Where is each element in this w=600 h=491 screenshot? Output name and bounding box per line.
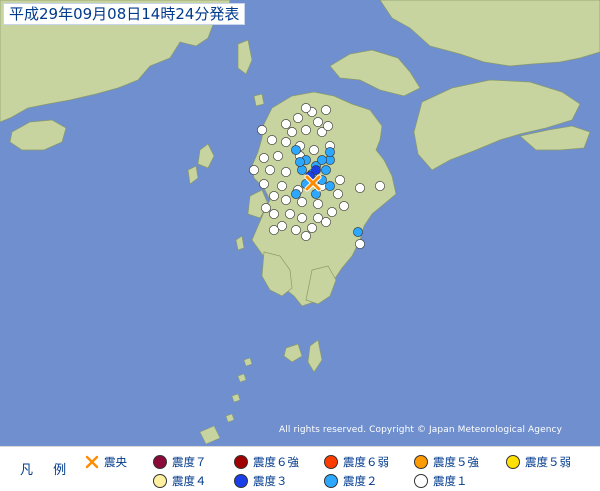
station-dot-intensity-1 <box>267 135 277 145</box>
station-dot-intensity-1 <box>327 207 337 217</box>
station-dot-intensity-1 <box>281 195 291 205</box>
station-dot-intensity-1 <box>281 119 291 129</box>
legend-item-int7: 震度７ <box>153 454 207 470</box>
station-dot-intensity-2 <box>325 181 335 191</box>
legend-item-int2: 震度２ <box>324 473 378 489</box>
station-dot-intensity-1 <box>269 225 279 235</box>
station-dot-intensity-1 <box>321 105 331 115</box>
station-dot-intensity-1 <box>375 181 385 191</box>
station-dot-intensity-2 <box>353 227 363 237</box>
station-dot-intensity-1 <box>291 225 301 235</box>
station-dot-intensity-1 <box>249 165 259 175</box>
intensity-3-dot <box>234 474 248 488</box>
station-dot-intensity-1 <box>269 209 279 219</box>
station-dot-intensity-1 <box>257 125 267 135</box>
station-dot-intensity-1 <box>259 153 269 163</box>
station-dot-intensity-1 <box>323 121 333 131</box>
station-dot-intensity-1 <box>277 181 287 191</box>
legend: 凡 例 震央 震度７ 震度６強 震度６弱 震度５強 震度５弱 震度４ 震度３ 震… <box>0 446 600 491</box>
station-dot-intensity-1 <box>301 231 311 241</box>
legend-item-int5s: 震度５強 <box>414 454 479 470</box>
station-dot-intensity-2 <box>321 165 331 175</box>
station-dot-intensity-1 <box>355 183 365 193</box>
legend-label-int6s: 震度６強 <box>253 455 299 469</box>
station-dot-intensity-1 <box>339 201 349 211</box>
station-dot-intensity-1 <box>355 239 365 249</box>
station-dot-intensity-1 <box>335 175 345 185</box>
station-dot-intensity-1 <box>259 179 269 189</box>
copyright-notice: All rights reserved. Copyright © Japan M… <box>279 425 562 435</box>
map-container: 平成29年09月08日14時24分発表 All rights reserved.… <box>0 0 600 491</box>
legend-label-int7: 震度７ <box>172 455 207 469</box>
station-dot-intensity-1 <box>313 199 323 209</box>
intensity-5minus-dot <box>506 455 520 469</box>
station-dot-intensity-2 <box>325 147 335 157</box>
legend-label-int2: 震度２ <box>343 474 378 488</box>
legend-item-int3: 震度３ <box>234 473 288 489</box>
legend-label-epicenter: 震央 <box>104 455 127 469</box>
landmass-iki <box>253 93 265 107</box>
station-dot-intensity-1 <box>301 103 311 113</box>
legend-item-int4: 震度４ <box>153 473 207 489</box>
station-dot-intensity-1 <box>269 191 279 201</box>
station-dot-intensity-2 <box>297 165 307 175</box>
legend-title: 凡 例 <box>20 463 75 478</box>
intensity-4-dot <box>153 474 167 488</box>
cross-icon <box>85 455 99 469</box>
legend-label-int5w: 震度５弱 <box>525 455 571 469</box>
station-dot-intensity-1 <box>293 113 303 123</box>
legend-label-int1: 震度１ <box>433 474 468 488</box>
intensity-1-dot <box>414 474 428 488</box>
legend-label-int5s: 震度５強 <box>433 455 479 469</box>
station-dot-intensity-1 <box>265 165 275 175</box>
station-dot-intensity-1 <box>297 213 307 223</box>
station-dot-intensity-2 <box>291 189 301 199</box>
station-dot-intensity-1 <box>281 167 291 177</box>
station-dot-intensity-2 <box>317 155 327 165</box>
legend-label-int3: 震度３ <box>253 474 288 488</box>
station-dot-intensity-1 <box>307 223 317 233</box>
station-dot-intensity-1 <box>313 117 323 127</box>
station-dot-intensity-1 <box>301 125 311 135</box>
station-dot-intensity-2 <box>291 145 301 155</box>
legend-item-int5w: 震度５弱 <box>506 454 571 470</box>
station-dot-intensity-1 <box>297 197 307 207</box>
legend-item-epicenter: 震央 <box>85 454 127 470</box>
page-title: 平成29年09月08日14時24分発表 <box>3 3 246 25</box>
station-dot-intensity-1 <box>287 127 297 137</box>
station-dot-intensity-1 <box>281 137 291 147</box>
station-dot-intensity-1 <box>273 151 283 161</box>
intensity-5plus-dot <box>414 455 428 469</box>
intensity-6minus-dot <box>324 455 338 469</box>
station-dot-intensity-1 <box>261 203 271 213</box>
station-dot-intensity-1 <box>321 217 331 227</box>
intensity-6plus-dot <box>234 455 248 469</box>
legend-item-int6s: 震度６強 <box>234 454 299 470</box>
legend-item-int1: 震度１ <box>414 473 468 489</box>
legend-item-int6w: 震度６弱 <box>324 454 389 470</box>
station-dot-intensity-1 <box>333 189 343 199</box>
intensity-7-dot <box>153 455 167 469</box>
legend-label-int6w: 震度６弱 <box>343 455 389 469</box>
station-dot-intensity-1 <box>309 145 319 155</box>
map-canvas <box>0 0 600 446</box>
station-dot-intensity-1 <box>285 209 295 219</box>
station-dot-intensity-2 <box>295 157 305 167</box>
legend-label-int4: 震度４ <box>172 474 207 488</box>
intensity-2-dot <box>324 474 338 488</box>
